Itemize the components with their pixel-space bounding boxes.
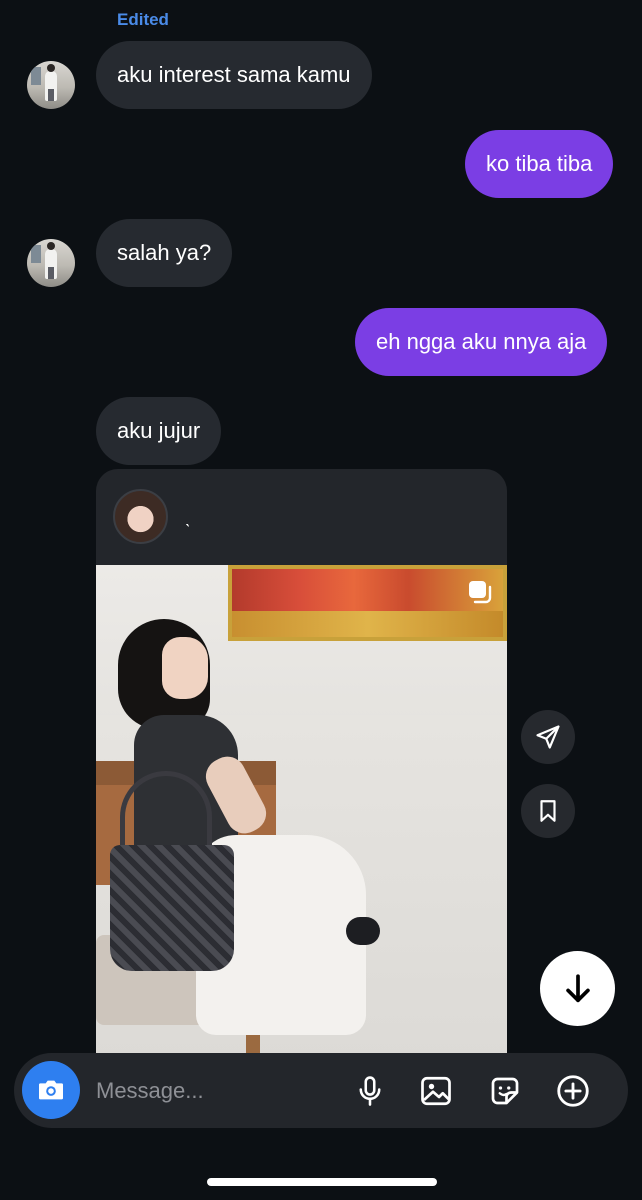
message-input[interactable] bbox=[96, 1053, 346, 1128]
message-bubble-incoming[interactable]: aku interest sama kamu bbox=[96, 41, 372, 109]
bookmark-icon bbox=[540, 800, 556, 822]
gallery-button[interactable] bbox=[415, 1070, 457, 1112]
image-person-shoe bbox=[346, 917, 380, 945]
post-image[interactable] bbox=[96, 565, 507, 1069]
microphone-icon bbox=[359, 1076, 381, 1106]
save-post-button[interactable] bbox=[521, 784, 575, 838]
camera-icon bbox=[39, 1080, 63, 1100]
voice-message-button[interactable] bbox=[349, 1070, 391, 1112]
sender-avatar[interactable] bbox=[27, 239, 75, 287]
more-options-button[interactable] bbox=[552, 1070, 594, 1112]
send-icon bbox=[536, 725, 560, 749]
sticker-icon bbox=[491, 1077, 519, 1105]
message-bubble-outgoing[interactable]: ko tiba tiba bbox=[465, 130, 614, 198]
sticker-button[interactable] bbox=[484, 1070, 526, 1112]
arrow-down-icon bbox=[565, 973, 590, 1002]
sender-avatar[interactable] bbox=[27, 61, 75, 109]
avatar-figure bbox=[45, 242, 57, 279]
plus-circle-icon bbox=[557, 1075, 589, 1107]
avatar-background bbox=[31, 67, 41, 85]
scroll-to-bottom-button[interactable] bbox=[540, 951, 615, 1026]
post-author-avatar[interactable] bbox=[113, 489, 168, 544]
carousel-icon bbox=[469, 581, 492, 604]
message-composer bbox=[14, 1053, 628, 1128]
avatar-background bbox=[31, 245, 41, 263]
share-post-button[interactable] bbox=[521, 710, 575, 764]
image-bag bbox=[110, 845, 234, 971]
message-bubble-incoming[interactable]: aku jujur bbox=[96, 397, 222, 465]
post-author-username[interactable]: ˎ bbox=[185, 507, 191, 528]
image-painting bbox=[228, 565, 507, 641]
camera-button[interactable] bbox=[22, 1061, 80, 1119]
edited-label: Edited bbox=[117, 10, 169, 29]
image-person-face bbox=[162, 637, 208, 699]
message-bubble-incoming[interactable]: salah ya? bbox=[96, 219, 233, 287]
avatar-figure bbox=[45, 64, 57, 101]
shared-post-header[interactable]: ˎ bbox=[96, 469, 507, 565]
shared-post-card[interactable]: ˎ bbox=[96, 469, 507, 1069]
image-icon bbox=[421, 1076, 451, 1106]
home-indicator[interactable] bbox=[207, 1178, 437, 1186]
message-bubble-outgoing[interactable]: eh ngga aku nnya aja bbox=[355, 308, 608, 376]
